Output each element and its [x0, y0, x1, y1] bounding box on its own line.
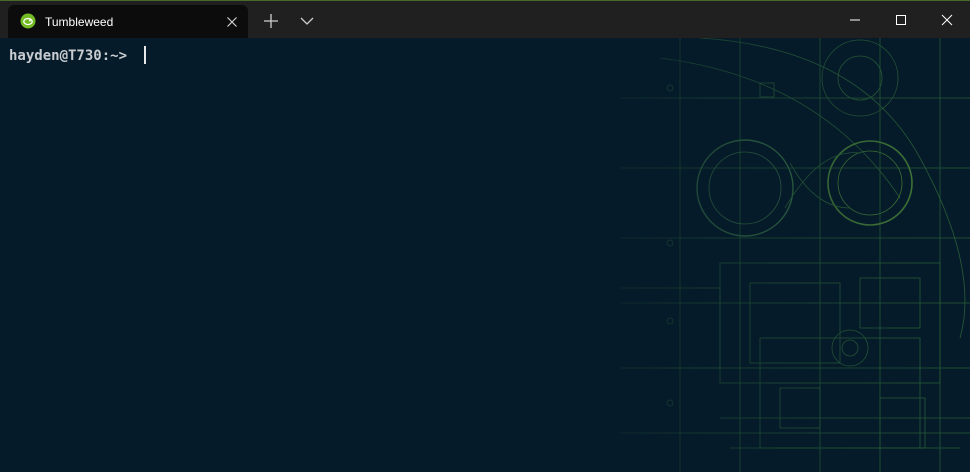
close-icon — [941, 14, 953, 26]
maximize-icon — [896, 15, 906, 25]
chevron-down-icon[interactable] — [296, 11, 318, 31]
minimize-button[interactable] — [832, 1, 878, 38]
tab-title: Tumbleweed — [45, 15, 114, 29]
terminal-window: Tumbleweed hayden@T730:~> — [0, 0, 970, 472]
title-bar: Tumbleweed — [0, 0, 970, 39]
prompt-text: hayden@T730:~> — [9, 48, 136, 64]
new-tab-plus-icon[interactable] — [260, 11, 282, 31]
blueprint-background-art — [560, 38, 970, 472]
close-window-button[interactable] — [924, 1, 970, 38]
terminal-output-area[interactable]: hayden@T730:~> — [0, 38, 970, 472]
opensuse-logo-icon — [20, 13, 36, 29]
tab-tumbleweed[interactable]: Tumbleweed — [8, 5, 248, 39]
minimize-icon — [850, 19, 860, 21]
tab-close-icon[interactable] — [224, 14, 240, 30]
text-cursor — [144, 46, 146, 64]
maximize-button[interactable] — [878, 1, 924, 38]
